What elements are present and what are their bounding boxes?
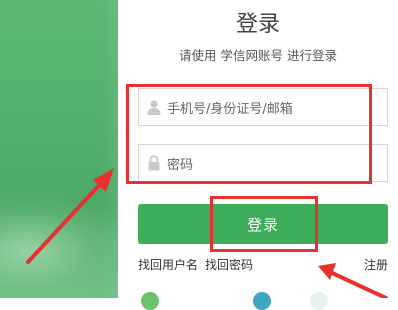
annotation-highlight-fields bbox=[126, 84, 372, 184]
third-party-login-icon[interactable] bbox=[141, 292, 159, 310]
register-link[interactable]: 注册 bbox=[364, 256, 388, 274]
panel-stripe bbox=[100, 0, 118, 298]
third-party-login-icon[interactable] bbox=[310, 292, 328, 310]
page-title: 登录 bbox=[235, 12, 280, 37]
side-decoration-panel bbox=[0, 0, 118, 298]
forgot-username-link[interactable]: 找回用户名 bbox=[138, 256, 198, 274]
auxiliary-links: 找回用户名 找回密码 注册 bbox=[138, 256, 388, 274]
annotation-highlight-button bbox=[210, 196, 318, 252]
third-party-login-icon[interactable] bbox=[253, 292, 271, 310]
annotation-arrow-right bbox=[328, 270, 388, 298]
forgot-password-link[interactable]: 找回密码 bbox=[205, 256, 253, 274]
page-subtitle: 请使用 学信网账号 进行登录 bbox=[179, 48, 337, 63]
